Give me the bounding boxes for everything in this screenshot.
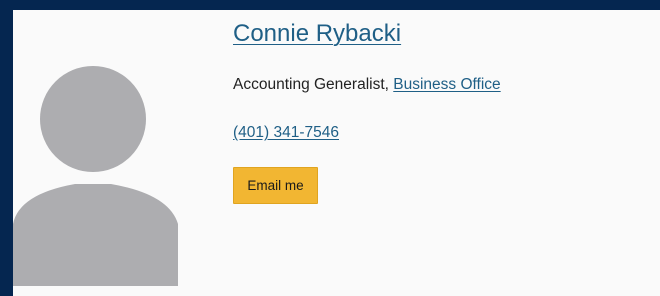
job-title-line: Accounting Generalist, Business Office	[233, 76, 501, 94]
email-me-button[interactable]: Email me	[233, 167, 318, 204]
phone-link[interactable]: (401) 341-7546	[233, 124, 339, 142]
job-title: Accounting Generalist,	[233, 76, 389, 93]
department-link[interactable]: Business Office	[393, 76, 500, 93]
staff-profile-card: Connie Rybacki Accounting Generalist, Bu…	[13, 10, 660, 296]
staff-name-link[interactable]: Connie Rybacki	[233, 20, 401, 48]
person-silhouette-icon	[13, 66, 178, 286]
